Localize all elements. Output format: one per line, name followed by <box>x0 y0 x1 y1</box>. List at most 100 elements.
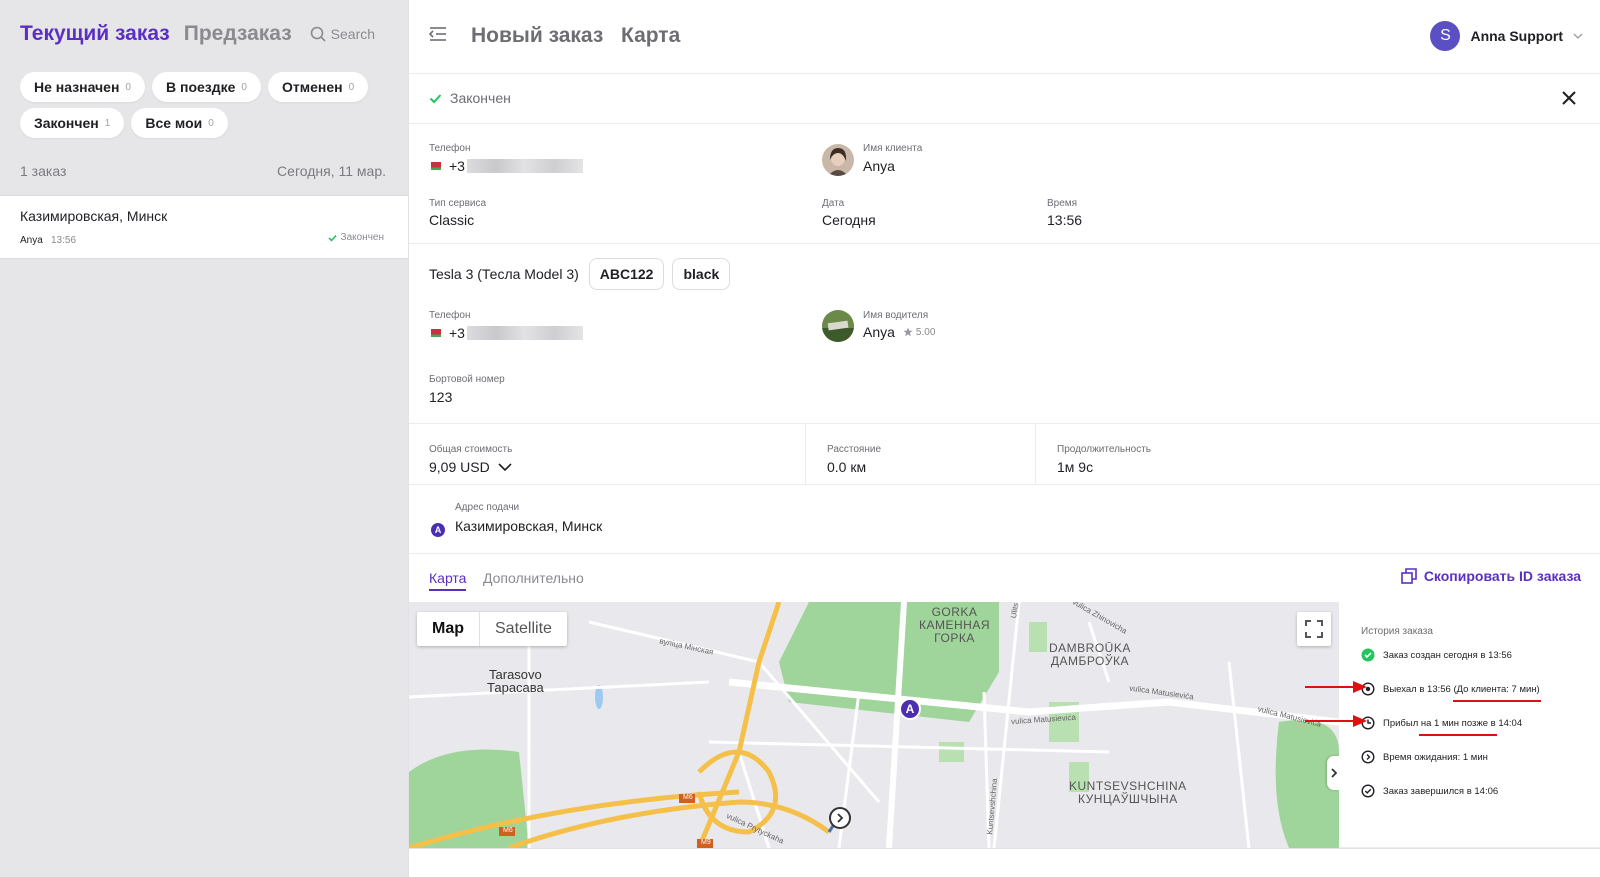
history-item: Выехал в 13:56 (До клиента: 7 мин) <box>1361 682 1540 696</box>
driver-name-label: Имя водителя <box>863 310 929 321</box>
history-item-text: Выехал в 13:56 (До клиента: 7 мин) <box>1383 683 1540 695</box>
order-status: Закончен <box>327 232 384 243</box>
search-button[interactable]: Search <box>310 26 375 42</box>
copy-icon <box>1401 568 1417 584</box>
map-type-toggle: Map Satellite <box>417 612 567 646</box>
client-phone[interactable]: +3 <box>429 158 583 174</box>
tab-map[interactable]: Карта <box>429 570 467 591</box>
pickup-marker-icon: A <box>431 523 445 537</box>
car-color: black <box>672 258 731 290</box>
pickup-pin[interactable]: A <box>899 698 921 720</box>
menu-collapse-button[interactable] <box>428 26 447 47</box>
chip-count: 0 <box>241 81 247 93</box>
client-avatar <box>822 144 854 176</box>
order-list-item[interactable]: Казимировская, Минск Anya 13:56 Закончен <box>0 195 408 259</box>
flag-icon <box>429 329 441 337</box>
cost-section: Общая стоимость 9,09 USD Расстояние 0.0 … <box>409 424 1600 485</box>
order-time: 13:56 <box>1047 212 1083 228</box>
star-icon <box>903 327 913 337</box>
chip-in-trip[interactable]: В поездке 0 <box>151 72 261 102</box>
bottom-strip <box>409 848 1600 877</box>
avatar: S <box>1430 21 1461 51</box>
driver-rating-value: 5.00 <box>915 326 936 338</box>
divider <box>805 424 806 484</box>
chip-count: 1 <box>104 117 111 129</box>
check-icon <box>327 234 337 242</box>
driver-phone[interactable]: +3 <box>429 325 583 341</box>
annotation-underline <box>1419 734 1497 736</box>
car-info: Tesla 3 (Тесла Model 3) ABC122 black <box>429 258 738 290</box>
chip-finished[interactable]: Закончен 1 <box>20 108 125 138</box>
chip-label: Не назначен <box>34 79 120 95</box>
duration-label: Продолжительность <box>1057 444 1151 455</box>
phone-redacted <box>466 326 583 340</box>
close-button[interactable] <box>1559 88 1579 113</box>
annotation-underline <box>1453 700 1541 702</box>
order-date: Сегодня <box>822 212 876 228</box>
service-type-label: Тип сервиса <box>429 198 487 209</box>
order-client-name: Anya <box>20 235 43 246</box>
history-title: История заказа <box>1361 626 1433 637</box>
new-order-link[interactable]: Новый заказ <box>471 24 603 48</box>
chip-unassigned[interactable]: Не назначен 0 <box>20 72 145 102</box>
board-number: 123 <box>429 389 453 405</box>
tab-current-order[interactable]: Текущий заказ <box>20 22 170 46</box>
history-item: Заказ создан сегодня в 13:56 <box>1361 648 1512 662</box>
history-item-text: Заказ завершился в 14:06 <box>1383 785 1499 797</box>
dropoff-pin[interactable] <box>829 807 851 829</box>
driver-phone-prefix: +3 <box>449 325 465 341</box>
client-name: Anya <box>863 158 895 174</box>
chip-label: Закончен <box>34 115 99 131</box>
tab-preorder[interactable]: Предзаказ <box>184 22 292 46</box>
copy-order-id-label: Скопировать ID заказа <box>1423 568 1581 584</box>
distance-label: Расстояние <box>827 444 882 455</box>
history-item-text: Прибыл на 1 мин позже в 14:04 <box>1383 717 1523 729</box>
total-cost-toggle[interactable]: 9,09 USD <box>429 459 512 475</box>
phone-redacted <box>466 159 583 173</box>
history-item: Время ожидания: 1 мин <box>1361 750 1488 764</box>
client-section: Телефон +3 Имя клиента Anya Тип сервиса … <box>409 124 1600 244</box>
date-filter[interactable]: Сегодня, 11 мар. <box>277 163 386 179</box>
map-place-label: KUNTSEVSHCHINA КУНЦАЎШЧЫНА <box>1069 779 1187 806</box>
history-item: Прибыл на 1 мин позже в 14:04 <box>1361 716 1522 730</box>
chip-label: Отменен <box>281 79 343 95</box>
user-menu[interactable]: S Anna Support <box>1430 21 1583 51</box>
duration: 1м 9с <box>1057 459 1094 475</box>
order-status-label: Закончен <box>450 90 511 106</box>
route-map[interactable]: M6 M6 M9 вуліца Мінская vulica Matusievi… <box>409 602 1339 848</box>
satellite-view-button[interactable]: Satellite <box>480 612 567 646</box>
copy-order-id-button[interactable]: Скопировать ID заказа <box>1401 568 1581 584</box>
map-view-button[interactable]: Map <box>417 612 480 646</box>
pickup-label: Адрес подачи <box>455 502 520 513</box>
chip-count: 0 <box>208 117 214 129</box>
distance: 0.0 км <box>827 459 867 475</box>
order-count: 1 заказ <box>20 163 67 179</box>
driver-name: Anya <box>863 324 895 340</box>
search-label: Search <box>330 26 376 42</box>
map-link[interactable]: Карта <box>621 24 680 48</box>
chip-all-mine[interactable]: Все мои 0 <box>131 108 228 138</box>
time-label: Время <box>1047 198 1078 209</box>
client-phone-prefix: +3 <box>449 158 465 174</box>
chevron-circle-icon <box>1361 750 1375 764</box>
client-phone-label: Телефон <box>429 143 471 154</box>
tab-extra[interactable]: Дополнительно <box>483 570 584 586</box>
fullscreen-button[interactable] <box>1297 612 1331 646</box>
pickup-section: Адрес подачи Казимировская, Минск <box>409 485 1600 554</box>
history-item-text: Время ожидания: 1 мин <box>1383 751 1488 763</box>
annotation-arrow <box>1305 715 1367 727</box>
driver-phone-label: Телефон <box>429 310 471 321</box>
road-label: M6 <box>683 794 693 801</box>
history-toggle-button[interactable] <box>1327 756 1339 790</box>
check-circle-icon <box>1361 648 1375 662</box>
driver-rating: 5.00 <box>903 327 935 338</box>
chip-label: В поездке <box>165 79 236 95</box>
chevron-right-icon <box>1331 768 1337 778</box>
total-cost: 9,09 USD <box>429 459 490 475</box>
menu-collapse-icon <box>428 27 446 41</box>
map-place-label: Tarasovo Тарасава <box>487 667 544 695</box>
chip-cancelled[interactable]: Отменен 0 <box>267 72 369 102</box>
chip-count: 0 <box>348 81 355 93</box>
driver-name-row: Anya 5.00 <box>863 324 935 340</box>
order-time: 13:56 <box>51 235 77 246</box>
